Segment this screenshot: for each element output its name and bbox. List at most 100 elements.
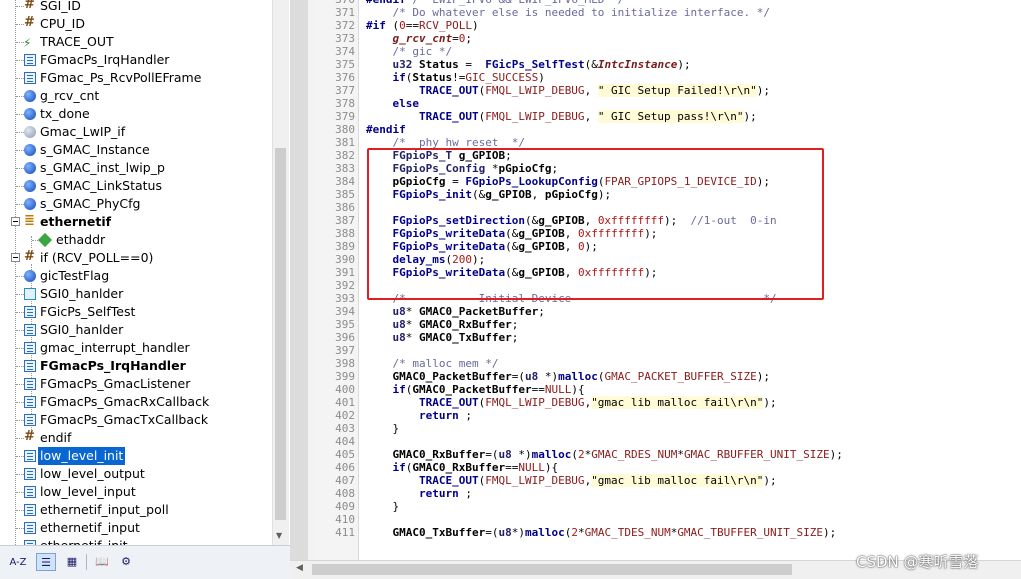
code-line[interactable]: #if (0==RCV_POLL) <box>366 19 479 32</box>
line-number: 409 <box>335 500 355 513</box>
code-line[interactable]: } <box>366 422 399 435</box>
line-number: 403 <box>335 422 355 435</box>
code-line[interactable]: return ; <box>366 487 472 500</box>
code-line[interactable]: } <box>366 500 399 513</box>
variable-icon <box>24 270 36 282</box>
code-line[interactable]: #endif <box>366 123 406 136</box>
scroll-down-arrow-icon[interactable]: ▼ <box>276 531 282 540</box>
line-number: 401 <box>335 396 355 409</box>
sort-alpha-icon[interactable]: A-Z <box>8 553 28 571</box>
tree-connector <box>16 24 24 25</box>
code-line[interactable]: if(Status!=GIC_SUCCESS) <box>366 71 545 84</box>
macro-function-icon <box>23 34 36 52</box>
sort-label: A-Z <box>9 557 27 568</box>
tree-item-label: FGmac_Ps_RcvPollEFrame <box>40 70 202 85</box>
book-icon[interactable]: 📖 <box>92 553 112 571</box>
line-number: 376 <box>335 71 355 84</box>
macro-icon <box>24 15 36 30</box>
code-line[interactable]: /* Do whatever else is needed to initial… <box>366 6 771 19</box>
tree-item-label: ethernetif <box>40 214 112 229</box>
collapse-toggle-icon[interactable] <box>11 217 20 226</box>
code-line[interactable]: u8* GMAC0_TxBuffer; <box>366 331 519 344</box>
code-line[interactable]: g_rcv_cnt=0; <box>366 32 472 45</box>
tree-connector <box>16 60 24 61</box>
function-icon <box>24 396 36 408</box>
variable-icon <box>24 198 36 210</box>
tree-item-label: FGmacPs_GmacRxCallback <box>40 394 210 409</box>
code-line[interactable]: TRACE_OUT(FMQL_LWIP_DEBUG, " GIC Setup p… <box>366 110 757 123</box>
code-line[interactable]: GMAC0_RxBuffer=(u8 *)malloc(2*GMAC_RDES_… <box>366 448 843 461</box>
line-number: 392 <box>335 279 355 292</box>
tree-item-label: low_level_input <box>40 484 136 499</box>
code-line[interactable]: GMAC0_PacketBuffer=(u8 *)malloc(GMAC_PAC… <box>366 370 771 383</box>
line-number: 375 <box>335 58 355 71</box>
tree-scrollbar-thumb[interactable] <box>275 148 286 520</box>
tree-item-label: FGmacPs_GmacListener <box>40 376 191 391</box>
variable-icon <box>24 90 36 102</box>
tree-item-label: Gmac_LwIP_if <box>40 124 126 139</box>
code-line[interactable]: else <box>366 97 420 110</box>
line-number: 389 <box>335 240 355 253</box>
list-view-icon[interactable]: ☰ <box>36 553 56 571</box>
line-number: 397 <box>335 344 355 357</box>
variable-icon <box>24 180 36 192</box>
line-number: 372 <box>335 19 355 32</box>
function-icon <box>24 522 36 534</box>
tree-connector <box>16 330 24 331</box>
variable-icon <box>24 144 36 156</box>
code-line[interactable]: /* malloc mem */ <box>366 357 499 370</box>
tree-connector <box>16 438 24 439</box>
line-number: 411 <box>335 526 355 539</box>
line-number: 407 <box>335 474 355 487</box>
line-number: 390 <box>335 253 355 266</box>
code-line[interactable]: if(GMAC0_PacketBuffer==NULL){ <box>366 383 585 396</box>
macro-icon <box>24 429 36 444</box>
gear-icon[interactable]: ⚙ <box>116 553 136 571</box>
member-icon <box>37 232 53 248</box>
tree-item-label: SGI0_hanlder <box>40 286 124 301</box>
line-number: 379 <box>335 110 355 123</box>
line-number: 382 <box>335 149 355 162</box>
tree-item-label: FGmacPs_IrqHandler <box>40 358 186 373</box>
tree-connector <box>16 204 24 205</box>
code-line[interactable]: /* gic */ <box>366 45 453 58</box>
code-line[interactable]: TRACE_OUT(FMQL_LWIP_DEBUG,"gmac lib mall… <box>366 474 777 487</box>
tree-connector <box>15 0 16 545</box>
function-icon <box>24 486 36 498</box>
code-line[interactable]: return ; <box>366 409 472 422</box>
pane-splitter[interactable] <box>290 0 319 560</box>
tree-vertical-scrollbar[interactable]: ▼ <box>272 0 289 545</box>
function-icon <box>24 414 36 426</box>
tree-item-label: CPU_ID <box>40 16 85 31</box>
line-number: 373 <box>335 32 355 45</box>
code-line[interactable]: if(GMAC0_RxBuffer==NULL){ <box>366 461 559 474</box>
symbol-tree[interactable]: SGI_ID CPU_ID TRACE_OUT FGmacPs_IrqHandler F… <box>0 0 288 545</box>
code-line[interactable]: u32 Status = FGicPs_SelfTest(&IntcInstan… <box>366 58 691 71</box>
code-line[interactable]: TRACE_OUT(FMQL_LWIP_DEBUG,"gmac lib mall… <box>366 396 777 409</box>
line-number: 388 <box>335 227 355 240</box>
tree-item-label: gmac_interrupt_handler <box>40 340 190 355</box>
tree-connector <box>16 474 24 475</box>
function-icon <box>24 306 36 318</box>
watermark: CSDN @寒听雪落 <box>856 553 979 571</box>
toolbar-separator <box>86 554 87 570</box>
tree-item-label: FGicPs_SelfTest <box>40 304 136 319</box>
collapse-toggle-icon[interactable] <box>11 253 20 262</box>
editor-scrollbar-thumb[interactable] <box>312 564 792 575</box>
tree-connector <box>16 168 24 169</box>
line-number: 384 <box>335 175 355 188</box>
tree-item-label: endif <box>40 430 72 445</box>
tree-item-label: ethernetif_init <box>38 537 130 545</box>
scroll-left-arrow-icon[interactable]: ◀ <box>296 563 303 573</box>
category-icon[interactable]: ▦ <box>62 553 82 571</box>
line-number: 381 <box>335 136 355 149</box>
tree-item-label: low_level_output <box>40 466 145 481</box>
code-line[interactable]: u8* GMAC0_RxBuffer; <box>366 318 519 331</box>
tree-connector <box>16 132 24 133</box>
code-line[interactable]: GMAC0_TxBuffer=(u8*)malloc(2*GMAC_TDES_N… <box>366 526 837 539</box>
code-line[interactable]: TRACE_OUT(FMQL_LWIP_DEBUG, " GIC Setup F… <box>366 84 770 97</box>
tree-item-label: TRACE_OUT <box>40 34 114 49</box>
line-number: 398 <box>335 357 355 370</box>
tree-connector <box>16 186 24 187</box>
code-line[interactable]: u8* GMAC0_PacketBuffer; <box>366 305 545 318</box>
